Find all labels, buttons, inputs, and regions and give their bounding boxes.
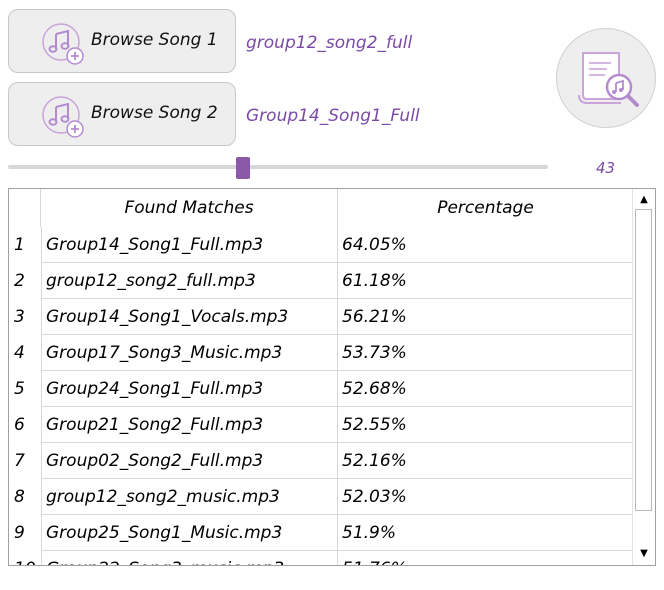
match-percentage-cell[interactable]: 64.05% bbox=[338, 227, 633, 263]
row-index: 8 bbox=[14, 487, 25, 507]
table-row[interactable]: 1 Group14_Song1_Full.mp3 64.05% bbox=[9, 227, 633, 263]
match-filename-cell[interactable]: Group25_Song1_Music.mp3 bbox=[41, 515, 338, 551]
row-index: 6 bbox=[14, 415, 25, 435]
matches-table: Found Matches Percentage 1 Group14_Song1_… bbox=[8, 188, 656, 566]
row-index: 7 bbox=[14, 451, 25, 471]
table-row[interactable]: 7 Group02_Song2_Full.mp3 52.16% bbox=[9, 443, 633, 479]
row-index: 4 bbox=[14, 343, 25, 363]
row-index: 10 bbox=[9, 551, 41, 565]
music-note-add-icon bbox=[42, 23, 84, 65]
table-row[interactable]: 8 group12_song2_music.mp3 52.03% bbox=[9, 479, 633, 515]
music-note-add-icon bbox=[42, 96, 84, 138]
match-percentage-cell[interactable]: 61.18% bbox=[338, 263, 633, 299]
match-percentage-cell[interactable]: 52.55% bbox=[338, 407, 633, 443]
row-index: 3 bbox=[14, 307, 25, 327]
browse-song-2-button[interactable]: Browse Song 2 bbox=[8, 82, 236, 146]
header-index bbox=[9, 189, 41, 227]
match-filename-cell[interactable]: Group24_Song1_Full.mp3 bbox=[41, 371, 338, 407]
match-filename-cell[interactable]: Group02_Song2_Full.mp3 bbox=[41, 443, 338, 479]
compare-search-button[interactable] bbox=[556, 28, 656, 128]
row-index: 9 bbox=[14, 523, 25, 543]
table-header: Found Matches Percentage bbox=[9, 189, 633, 227]
browse-song-2-label: Browse Song 2 bbox=[91, 103, 218, 123]
table-row[interactable]: 3 Group14_Song1_Vocals.mp3 56.21% bbox=[9, 299, 633, 335]
row-index: 5 bbox=[14, 379, 25, 399]
match-filename-cell[interactable]: Group14_Song1_Vocals.mp3 bbox=[41, 299, 338, 335]
header-percentage[interactable]: Percentage bbox=[338, 189, 633, 227]
match-percentage-cell[interactable]: 52.16% bbox=[338, 443, 633, 479]
document-music-search-icon bbox=[578, 52, 639, 107]
match-percentage-cell[interactable]: 51.76% bbox=[338, 551, 633, 565]
match-percentage-cell[interactable]: 53.73% bbox=[338, 335, 633, 371]
table-row[interactable]: 4 Group17_Song3_Music.mp3 53.73% bbox=[9, 335, 633, 371]
match-percentage-cell[interactable]: 51.9% bbox=[338, 515, 633, 551]
threshold-slider-handle[interactable] bbox=[236, 157, 250, 179]
row-index: 1 bbox=[14, 235, 25, 255]
scroll-up-arrow-icon[interactable]: ▲ bbox=[636, 193, 652, 207]
row-index: 2 bbox=[14, 271, 25, 291]
match-filename-cell[interactable]: Group21_Song2_Full.mp3 bbox=[41, 407, 338, 443]
scrollbar-thumb[interactable] bbox=[635, 209, 652, 511]
song-2-filename: Group14_Song1_Full bbox=[246, 106, 420, 126]
table-row[interactable]: 9 Group25_Song1_Music.mp3 51.9% bbox=[9, 515, 633, 551]
match-filename-cell[interactable]: Group22_Song3_music.mp3 bbox=[41, 551, 338, 565]
scroll-down-arrow-icon[interactable]: ▼ bbox=[636, 547, 652, 561]
header-found-matches[interactable]: Found Matches bbox=[41, 189, 338, 227]
table-row[interactable]: 6 Group21_Song2_Full.mp3 52.55% bbox=[9, 407, 633, 443]
match-percentage-cell[interactable]: 52.03% bbox=[338, 479, 633, 515]
table-row[interactable]: 10Group22_Song3_music.mp351.76% bbox=[9, 551, 633, 565]
match-filename-cell[interactable]: group12_song2_full.mp3 bbox=[41, 263, 338, 299]
table-row[interactable]: 5 Group24_Song1_Full.mp3 52.68% bbox=[9, 371, 633, 407]
match-filename-cell[interactable]: Group17_Song3_Music.mp3 bbox=[41, 335, 338, 371]
threshold-slider-value: 43 bbox=[596, 159, 616, 177]
threshold-slider-track[interactable] bbox=[8, 165, 548, 169]
match-percentage-cell[interactable]: 52.68% bbox=[338, 371, 633, 407]
match-filename-cell[interactable]: Group14_Song1_Full.mp3 bbox=[41, 227, 338, 263]
song-1-filename: group12_song2_full bbox=[246, 33, 413, 53]
browse-song-1-label: Browse Song 1 bbox=[91, 30, 218, 50]
match-percentage-cell[interactable]: 56.21% bbox=[338, 299, 633, 335]
match-filename-cell[interactable]: group12_song2_music.mp3 bbox=[41, 479, 338, 515]
table-row[interactable]: 2 group12_song2_full.mp3 61.18% bbox=[9, 263, 633, 299]
table-scrollbar[interactable]: ▲ ▼ bbox=[632, 189, 655, 565]
browse-song-1-button[interactable]: Browse Song 1 bbox=[8, 9, 236, 73]
